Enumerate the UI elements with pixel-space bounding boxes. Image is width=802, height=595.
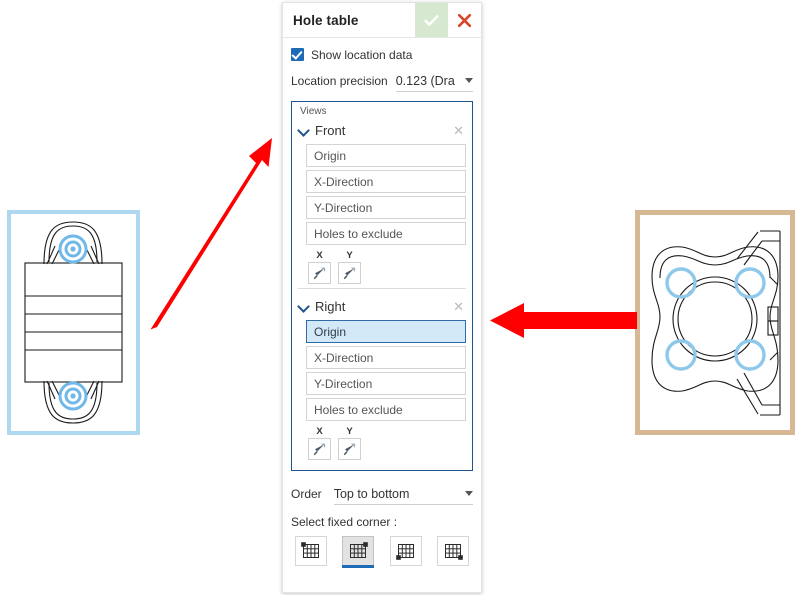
flip-x-right: X xyxy=(308,426,331,460)
flip-direction-icon xyxy=(313,267,326,279)
fixed-corner-top-left[interactable] xyxy=(295,536,327,566)
location-precision-value: 0.123 (Dra xyxy=(395,73,455,88)
front-view-preview[interactable] xyxy=(7,210,140,435)
close-icon[interactable]: ✕ xyxy=(451,124,466,137)
close-icon xyxy=(457,13,472,27)
chevron-down-icon[interactable] xyxy=(298,124,310,136)
fixed-corner-bottom-right[interactable] xyxy=(436,536,469,566)
flip-direction-icon xyxy=(343,267,356,279)
front-view-drawing xyxy=(24,221,123,424)
order-value: Top to bottom xyxy=(333,486,410,501)
dialog-titlebar: Hole table xyxy=(283,3,481,38)
field-holes-to-exclude-right[interactable]: Holes to exclude xyxy=(306,398,466,421)
dialog-title: Hole table xyxy=(293,12,359,28)
chevron-down-icon[interactable] xyxy=(298,300,310,312)
field-origin-right[interactable]: Origin xyxy=(306,320,466,343)
flip-x-button-front[interactable] xyxy=(308,262,331,284)
order-select[interactable]: Top to bottom xyxy=(333,483,473,505)
flip-y-label-right: Y xyxy=(346,426,353,437)
views-group-legend: Views xyxy=(300,106,327,117)
hole-table-dialog: Hole table Show location data Location p… xyxy=(282,2,482,593)
flip-direction-icon xyxy=(313,443,326,455)
hole-marker xyxy=(665,267,766,371)
fixed-corner-label: Select fixed corner : xyxy=(291,515,398,529)
fixed-corner-bottom-left[interactable] xyxy=(389,536,422,566)
order-label: Order xyxy=(291,487,322,501)
show-location-data-label: Show location data xyxy=(311,47,413,62)
corner-top-right-icon xyxy=(350,542,369,558)
flip-y-button-right[interactable] xyxy=(338,438,361,460)
corner-bottom-left-icon xyxy=(395,544,414,560)
flip-direction-icon xyxy=(343,443,356,455)
right-view-drawing xyxy=(651,230,781,416)
corner-top-left-icon xyxy=(301,542,319,558)
order-row: Order Top to bottom xyxy=(291,479,473,509)
field-holes-to-exclude-front[interactable]: Holes to exclude xyxy=(306,222,466,245)
view-name-right: Right xyxy=(315,298,346,314)
flip-x-label-right: X xyxy=(316,426,323,437)
field-x-direction-front[interactable]: X-Direction xyxy=(306,170,466,193)
location-precision-select[interactable]: 0.123 (Dra xyxy=(395,71,473,92)
right-view-preview[interactable] xyxy=(635,210,795,435)
field-y-direction-front[interactable]: Y-Direction xyxy=(306,196,466,219)
arrow-front-to-dialog xyxy=(150,138,272,330)
flip-x-button-right[interactable] xyxy=(308,438,331,460)
views-group: Views Front ✕ Origin X-Direction Y-Direc… xyxy=(291,101,473,471)
show-location-data-row[interactable]: Show location data xyxy=(291,42,473,67)
confirm-button[interactable] xyxy=(415,3,448,37)
location-precision-row: Location precision 0.123 (Dra xyxy=(291,67,473,95)
field-y-direction-right[interactable]: Y-Direction xyxy=(306,372,466,395)
flip-row-front: X Y xyxy=(308,250,466,284)
fixed-corner-options xyxy=(291,536,473,568)
chevron-down-icon xyxy=(465,78,473,83)
chevron-down-icon xyxy=(465,491,473,496)
flip-x-label-front: X xyxy=(316,250,323,261)
flip-row-right: X Y xyxy=(308,426,466,460)
cancel-button[interactable] xyxy=(448,3,481,37)
flip-y-right: Y xyxy=(338,426,361,460)
close-icon[interactable]: ✕ xyxy=(451,300,466,313)
view-header-right[interactable]: Right ✕ xyxy=(298,295,466,317)
view-block-right: Right ✕ Origin X-Direction Y-Direction H… xyxy=(298,288,466,464)
view-header-front[interactable]: Front ✕ xyxy=(298,119,466,141)
field-x-direction-right[interactable]: X-Direction xyxy=(306,346,466,369)
view-name-front: Front xyxy=(315,122,346,138)
arrow-right-to-dialog xyxy=(490,303,637,338)
field-origin-front[interactable]: Origin xyxy=(306,144,466,167)
check-icon xyxy=(424,14,439,26)
flip-y-button-front[interactable] xyxy=(338,262,361,284)
flip-x-front: X xyxy=(308,250,331,284)
corner-bottom-right-icon xyxy=(444,544,463,560)
screenshot-stage: Hole table Show location data Location p… xyxy=(0,0,802,595)
flip-y-label-front: Y xyxy=(346,250,353,261)
show-location-data-checkbox[interactable] xyxy=(291,48,304,61)
dialog-body: Show location data Location precision 0.… xyxy=(283,38,481,592)
fixed-corner-top-right[interactable] xyxy=(342,536,375,568)
view-block-front: Front ✕ Origin X-Direction Y-Direction H… xyxy=(298,119,466,288)
flip-y-front: Y xyxy=(338,250,361,284)
location-precision-label: Location precision xyxy=(291,74,388,88)
